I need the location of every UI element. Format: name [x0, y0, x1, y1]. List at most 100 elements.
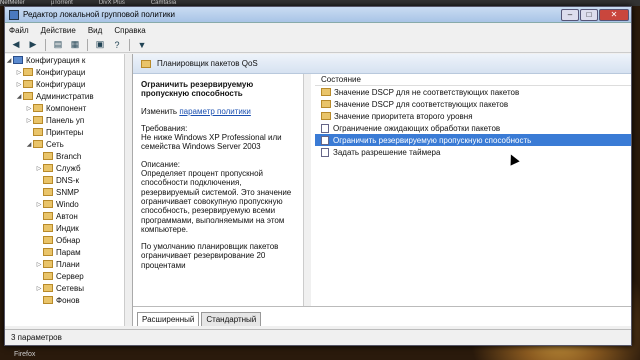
- folder-icon: [43, 188, 53, 196]
- forward-arrow-icon[interactable]: ▶: [26, 39, 40, 51]
- tree-item-label: Конфигурация к: [26, 55, 86, 65]
- tree-item-label: SNMP: [56, 187, 80, 197]
- tree-item[interactable]: Сервер: [5, 270, 132, 282]
- tab-standard[interactable]: Стандартный: [201, 312, 262, 326]
- list-item-label: Ограничение ожидающих обработки пакетов: [333, 123, 501, 133]
- tree-item-label: Конфигураци: [36, 67, 86, 77]
- description-text-2: По умолчанию планировщик пакетов огранич…: [141, 242, 279, 270]
- tree-item[interactable]: DNS-к: [5, 174, 132, 186]
- list-item[interactable]: Ограничение ожидающих обработки пакетов: [315, 122, 631, 134]
- title-bar: Редактор локальной групповой политики – …: [5, 7, 631, 23]
- tree-item-label: Принтеры: [46, 127, 84, 137]
- tree-item-label: Фонов: [56, 295, 80, 305]
- tree-item[interactable]: ▷ Конфигураци: [5, 78, 132, 90]
- tree-item-label: Branch: [56, 151, 82, 161]
- expand-toggle-icon[interactable]: ▷: [15, 81, 23, 88]
- column-header-state[interactable]: Состояние: [315, 74, 631, 86]
- menu-file[interactable]: Файл: [9, 26, 29, 35]
- description-label: Описание:: [141, 159, 181, 169]
- taskbar-firefox[interactable]: Firefox: [14, 351, 35, 358]
- tree-scrollbar[interactable]: [124, 54, 132, 326]
- list-item[interactable]: Значение DSCP для не соответствующих пак…: [315, 86, 631, 98]
- menu-help[interactable]: Справка: [114, 26, 145, 35]
- tree-item[interactable]: Автон: [5, 210, 132, 222]
- extended-description: Ограничить резервируемую пропускную спос…: [133, 74, 303, 306]
- tree-item-label: Административ: [36, 91, 94, 101]
- expand-toggle-icon[interactable]: ▷: [35, 201, 43, 208]
- expand-toggle-icon[interactable]: ▷: [25, 105, 33, 112]
- policy-setting-icon: [321, 123, 329, 133]
- list-item-label: Значение DSCP для не соответствующих пак…: [334, 87, 520, 97]
- pane-header: Планировщик пакетов QoS: [133, 54, 631, 74]
- list-item[interactable]: Ограничить резервируемую пропускную спос…: [315, 134, 631, 146]
- tree-item[interactable]: ◢ Конфигурация к: [5, 54, 132, 66]
- tree-item-label: Плани: [56, 259, 80, 269]
- tree-item[interactable]: ◢ Административ: [5, 90, 132, 102]
- minimize-button[interactable]: –: [561, 8, 579, 21]
- expand-toggle-icon[interactable]: ◢: [15, 93, 23, 100]
- folder-icon: [33, 128, 43, 136]
- list-item-label: Задать разрешение таймера: [333, 147, 441, 157]
- up-folder-icon[interactable]: ▤: [51, 39, 65, 51]
- tree-item[interactable]: Парам: [5, 246, 132, 258]
- folder-icon: [43, 152, 53, 160]
- tree-item-label: Компонент: [46, 103, 87, 113]
- tree-item[interactable]: Индик: [5, 222, 132, 234]
- folder-icon: [43, 296, 53, 304]
- tree-item[interactable]: ▷ Служб: [5, 162, 132, 174]
- expand-toggle-icon[interactable]: ▷: [25, 117, 33, 124]
- tree-item-label: Служб: [56, 163, 81, 173]
- folder-icon: [43, 260, 53, 268]
- tree-item-label: Сервер: [56, 271, 84, 281]
- edit-prefix: Изменить: [141, 106, 178, 116]
- status-bar: 3 параметров: [5, 329, 631, 345]
- edit-policy-link[interactable]: параметр политики: [179, 107, 251, 116]
- list-item[interactable]: Значение DSCP для соответствующих пакето…: [315, 98, 631, 110]
- help-icon[interactable]: ?: [110, 39, 124, 51]
- tree-item[interactable]: ▷ Windo: [5, 198, 132, 210]
- tree-item[interactable]: Принтеры: [5, 126, 132, 138]
- folder-icon: [33, 116, 43, 124]
- menu-view[interactable]: Вид: [88, 26, 102, 35]
- folder-icon: [43, 248, 53, 256]
- folder-icon: [43, 176, 53, 184]
- computer-icon: [13, 56, 23, 64]
- tree-item[interactable]: Branch: [5, 150, 132, 162]
- folder-icon: [43, 284, 53, 292]
- expand-toggle-icon[interactable]: ◢: [5, 57, 13, 64]
- tree-item[interactable]: ▷ Конфигураци: [5, 66, 132, 78]
- policy-setting-icon: [321, 147, 329, 157]
- show-hide-tree-icon[interactable]: ▦: [68, 39, 82, 51]
- tree-item[interactable]: Обнар: [5, 234, 132, 246]
- tree-item[interactable]: SNMP: [5, 186, 132, 198]
- tree-item[interactable]: ◢ Сеть: [5, 138, 132, 150]
- close-button[interactable]: ✕: [599, 8, 629, 21]
- folder-icon: [33, 104, 43, 112]
- list-item[interactable]: Значение приоритета второго уровня: [315, 110, 631, 122]
- folder-icon: [321, 112, 331, 120]
- requirements-label: Требования:: [141, 123, 188, 133]
- expand-toggle-icon[interactable]: ◢: [25, 141, 33, 148]
- menu-action[interactable]: Действие: [41, 26, 76, 35]
- tree-item[interactable]: ▷ Панель уп: [5, 114, 132, 126]
- description-scrollbar[interactable]: [303, 74, 311, 306]
- expand-toggle-icon[interactable]: ▷: [35, 165, 43, 172]
- app-icon: [9, 9, 19, 20]
- pane-header-title: Планировщик пакетов QoS: [157, 59, 258, 68]
- folder-icon: [43, 236, 53, 244]
- tree-item[interactable]: ▷ Компонент: [5, 102, 132, 114]
- expand-toggle-icon[interactable]: ▷: [35, 285, 43, 292]
- folder-icon: [43, 200, 53, 208]
- filter-icon[interactable]: ▼: [135, 39, 149, 51]
- expand-toggle-icon[interactable]: ▷: [15, 69, 23, 76]
- properties-icon[interactable]: ▣: [93, 39, 107, 51]
- expand-toggle-icon[interactable]: ▷: [35, 261, 43, 268]
- back-arrow-icon[interactable]: ◀: [9, 39, 23, 51]
- list-item[interactable]: Задать разрешение таймера: [315, 146, 631, 158]
- tree-item[interactable]: ▷ Сетевы: [5, 282, 132, 294]
- tab-extended[interactable]: Расширенный: [137, 312, 200, 326]
- maximize-button[interactable]: □: [580, 8, 598, 21]
- tree-item[interactable]: ▷ Плани: [5, 258, 132, 270]
- folder-icon: [43, 212, 53, 220]
- tree-item[interactable]: Фонов: [5, 294, 132, 306]
